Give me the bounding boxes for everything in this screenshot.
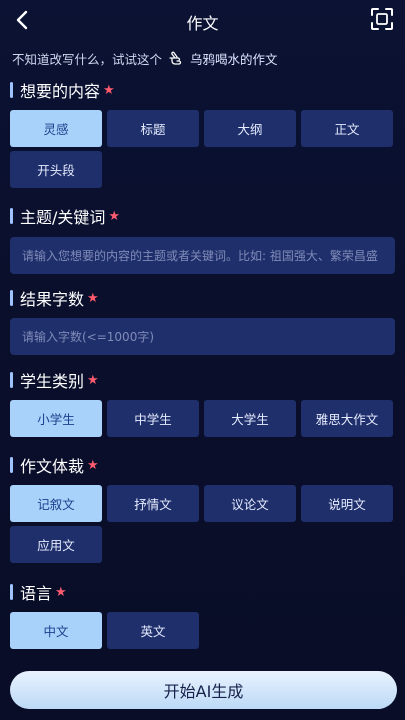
required-star-icon: ★: [87, 372, 99, 388]
option-inspiration[interactable]: 灵感: [10, 110, 102, 147]
required-star-icon: ★: [108, 208, 121, 224]
section-label: 想要的内容: [20, 82, 101, 101]
topic-input[interactable]: 请输入您想要的内容的主题或者关键词。比如: 祖国强大、繁荣昌盛: [10, 237, 395, 274]
option-body[interactable]: 正文: [301, 110, 393, 147]
section-marker: [10, 290, 13, 306]
option-middle-student[interactable]: 中学生: [107, 400, 199, 437]
pointing-hand-icon: [169, 51, 182, 65]
section-label: 作文体裁: [20, 457, 85, 476]
scan-icon[interactable]: [369, 6, 395, 32]
option-opening[interactable]: 开头段: [10, 151, 102, 188]
section-label: 主题/关键词: [20, 208, 106, 227]
option-narrative[interactable]: 记叙文: [10, 485, 102, 522]
option-argumentative[interactable]: 议论文: [204, 485, 296, 522]
option-chinese[interactable]: 中文: [10, 612, 102, 649]
hint-text: 不知道改写什么，试试这个: [12, 52, 163, 67]
option-lyric[interactable]: 抒情文: [107, 485, 199, 522]
option-english[interactable]: 英文: [107, 612, 199, 649]
option-outline[interactable]: 大纲: [204, 110, 296, 147]
option-expository[interactable]: 说明文: [301, 485, 393, 522]
section-student-title: 学生类别 ★: [10, 370, 99, 391]
required-star-icon: ★: [55, 584, 67, 600]
required-star-icon: ★: [87, 290, 99, 306]
section-label: 语言: [20, 584, 53, 603]
section-language-title: 语言 ★: [10, 582, 67, 603]
option-ielts[interactable]: 雅思大作文: [301, 400, 393, 437]
required-star-icon: ★: [87, 457, 99, 473]
option-primary-student[interactable]: 小学生: [10, 400, 102, 437]
option-college-student[interactable]: 大学生: [204, 400, 296, 437]
start-generate-button[interactable]: 开始AI生成: [10, 671, 397, 709]
section-marker: [10, 584, 13, 600]
section-marker: [10, 82, 13, 98]
section-genre-title: 作文体裁 ★: [10, 455, 99, 476]
hint-row: 不知道改写什么，试试这个 乌鸦喝水的作文: [12, 49, 278, 68]
page-title: 作文: [186, 14, 219, 33]
section-label: 学生类别: [20, 372, 85, 391]
option-practical[interactable]: 应用文: [10, 526, 102, 563]
section-marker: [10, 208, 13, 224]
section-marker: [10, 372, 13, 388]
section-wordcount-title: 结果字数 ★: [10, 288, 99, 309]
section-label: 结果字数: [20, 290, 85, 309]
option-title[interactable]: 标题: [107, 110, 199, 147]
header: 作文: [0, 0, 405, 40]
section-topic-title: 主题/关键词 ★: [10, 206, 121, 227]
example-link[interactable]: 乌鸦喝水的作文: [190, 49, 278, 68]
wordcount-input[interactable]: 请输入字数(<=1000字): [10, 318, 395, 355]
section-marker: [10, 457, 13, 473]
section-content-title: 想要的内容 ★: [10, 80, 115, 101]
required-star-icon: ★: [103, 82, 115, 98]
